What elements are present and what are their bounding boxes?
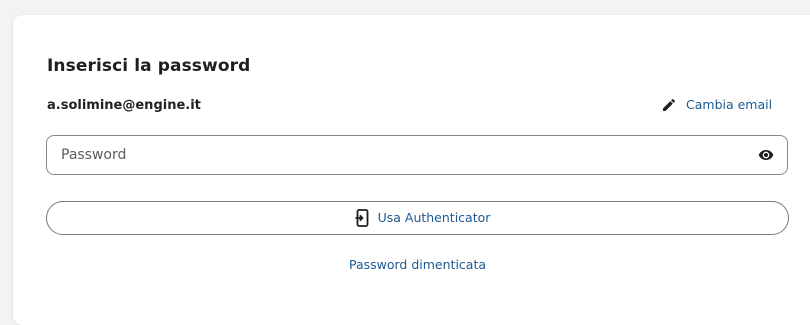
eye-icon[interactable] (757, 147, 775, 163)
user-email: a.solimine@engine.it (47, 98, 201, 113)
use-authenticator-button[interactable]: Usa Authenticator (46, 201, 789, 235)
pencil-icon (663, 98, 676, 111)
password-field[interactable] (46, 135, 788, 175)
page-title: Inserisci la password (47, 56, 251, 76)
password-input[interactable] (61, 136, 741, 174)
forgot-password-link[interactable]: Password dimenticata (0, 256, 810, 274)
use-authenticator-label: Usa Authenticator (377, 210, 491, 225)
phone-login-icon (355, 209, 368, 227)
change-email-link[interactable]: Cambia email (661, 96, 772, 114)
change-email-label: Cambia email (686, 97, 773, 112)
